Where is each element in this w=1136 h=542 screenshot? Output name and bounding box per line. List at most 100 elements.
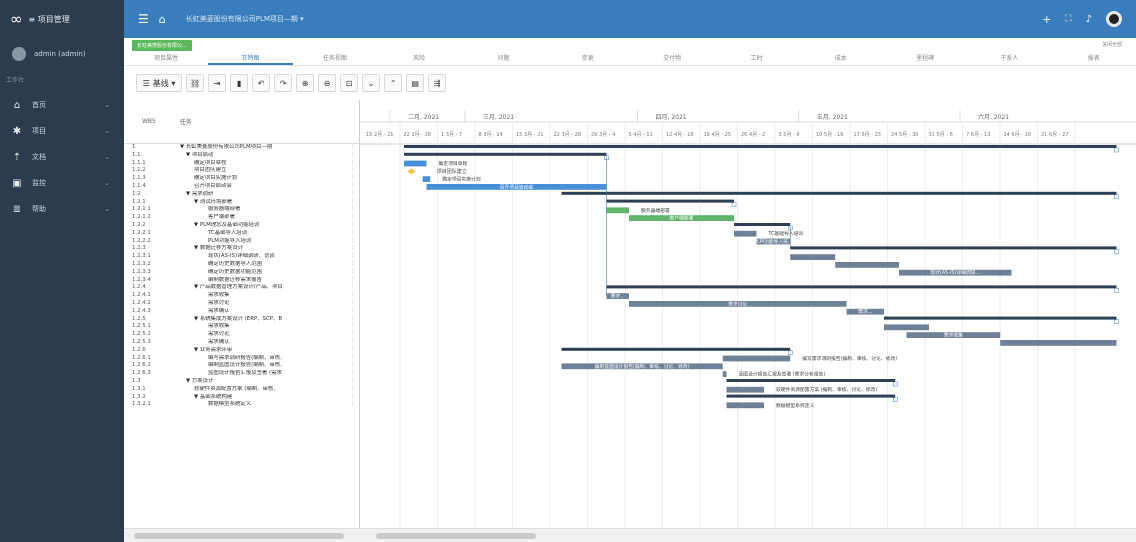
table-row[interactable]: 1.2.5 ▼ 系统集成方案设计 (ERP、SCP、B ⁝: [124, 316, 359, 324]
table-row[interactable]: 1.3 ▼ 方案设计 ⁝: [124, 378, 359, 386]
home-icon[interactable]: ⌂: [159, 13, 166, 26]
table-row[interactable]: 1.2.6.2 编制蓝图设计报告(编制、审核、 ⁝: [124, 362, 359, 370]
row-handle[interactable]: ⁝: [352, 253, 354, 261]
close-all-link[interactable]: 关闭全部: [1102, 41, 1122, 48]
row-handle[interactable]: ⁝: [352, 362, 354, 370]
table-row[interactable]: 1.2.3.3 确定历史数据功能范围 ⁝: [124, 269, 359, 277]
row-handle[interactable]: ⁝: [352, 331, 354, 339]
row-handle[interactable]: ⁝: [352, 214, 354, 222]
sidebar-item-home[interactable]: ⌂ 首页 ⌄: [0, 92, 124, 118]
table-row[interactable]: 1.2.4.3 需求确认 ⁝: [124, 308, 359, 316]
table-row[interactable]: 1.2.1.1 服务器端部署 ⁝: [124, 206, 359, 214]
expand-icon[interactable]: ⌃: [384, 74, 403, 92]
table-row[interactable]: 1.2.6.3 蓝图设计报告汇报及签署 (需求 ⁝: [124, 370, 359, 378]
row-handle[interactable]: ⁝: [352, 230, 354, 238]
row-handle[interactable]: ⁝: [352, 378, 354, 386]
table-row[interactable]: 1.2.3.1 现状(AS-IS)详细调研、访谈 ⁝: [124, 253, 359, 261]
undo-icon[interactable]: ↶: [252, 74, 271, 92]
row-handle[interactable]: ⁝: [352, 292, 354, 300]
subtab-0[interactable]: 项目属性: [124, 52, 208, 65]
row-handle[interactable]: ⁝: [352, 261, 354, 269]
table-row[interactable]: 1.2.4.2 需求讨论 ⁝: [124, 300, 359, 308]
table-row[interactable]: 1.1.1 确定项目章程 ⁝: [124, 160, 359, 168]
bell-icon[interactable]: ♪: [1086, 14, 1092, 25]
subtab-11[interactable]: 报表: [1052, 52, 1136, 65]
table-row[interactable]: 1.1.2 项目团队建立 ⁝: [124, 167, 359, 175]
table-row[interactable]: 1.2.2 ▼ PLM理念及基础功能培训 ⁝: [124, 222, 359, 230]
user-avatar[interactable]: [1106, 11, 1122, 27]
subtab-6[interactable]: 交付物: [630, 52, 714, 65]
table-row[interactable]: 1.2.4 ▼ 产品数据管理方案设计(产品、项目 ⁝: [124, 284, 359, 292]
row-handle[interactable]: ⁝: [352, 160, 354, 168]
zoom-in-icon[interactable]: ⊕: [296, 74, 315, 92]
subtab-8[interactable]: 成本: [799, 52, 883, 65]
subtab-10[interactable]: 干系人: [967, 52, 1051, 65]
row-handle[interactable]: ⁝: [352, 167, 354, 175]
table-row[interactable]: 1.2.1.2 客户端部署 ⁝: [124, 214, 359, 222]
row-handle[interactable]: ⁝: [352, 183, 354, 191]
row-handle[interactable]: ⁝: [352, 152, 354, 160]
table-row[interactable]: 1.3.1 软硬件资源配置方案 (编制、审核、 ⁝: [124, 386, 359, 394]
row-handle[interactable]: ⁝: [352, 245, 354, 253]
table-row[interactable]: 1.2.3.2 确定历史数据导入范围 ⁝: [124, 261, 359, 269]
bookmark-icon[interactable]: ▮: [230, 74, 249, 92]
row-handle[interactable]: ⁝: [352, 339, 354, 347]
page-tab[interactable]: 长虹美菱股份有限公...: [132, 39, 192, 51]
table-row[interactable]: 1.2.1 ▼ 测试环境部署 ⁝: [124, 199, 359, 207]
table-row[interactable]: 1.2.2.1 TC基础导入培训 ⁝: [124, 230, 359, 238]
grid-scroll-thumb[interactable]: [134, 533, 344, 539]
sidebar-item-help[interactable]: ≣ 帮助 ⌄: [0, 196, 124, 222]
table-row[interactable]: 1.2.6.1 编写需求调研报告(编制、审核、 ⁝: [124, 355, 359, 363]
table-row[interactable]: 1.2.6 ▼ 业务需求评审 ⁝: [124, 347, 359, 355]
row-handle[interactable]: ⁝: [352, 308, 354, 316]
table-row[interactable]: 1.2.4.1 需求收集 ⁝: [124, 292, 359, 300]
subtab-1[interactable]: 甘特图: [208, 52, 293, 65]
table-row[interactable]: 1.3.2 ▼ 基础系统构建 ⁝: [124, 394, 359, 402]
table-row[interactable]: 1.1 ▼ 项目启动 ⁝: [124, 152, 359, 160]
table-row[interactable]: 1.3.2.1 数据模型系统定义 ⁝: [124, 401, 359, 409]
row-handle[interactable]: ⁝: [352, 284, 354, 292]
row-handle[interactable]: ⁝: [352, 238, 354, 246]
app-logo[interactable]: ∞ ≡ 项目管理: [0, 0, 124, 38]
subtab-3[interactable]: 风险: [377, 52, 461, 65]
table-row[interactable]: 1 ▼ 长虹美菱股份有限公司PLM项目—期 ⁝: [124, 144, 359, 152]
subtab-7[interactable]: 工时: [714, 52, 798, 65]
col-wbs[interactable]: WBS: [142, 118, 156, 125]
table-row[interactable]: 1.2.5.2 需求讨论 ⁝: [124, 331, 359, 339]
hierarchy-icon[interactable]: ⛓: [186, 74, 205, 92]
table-row[interactable]: 1.2.3.4 编制数据迁移需求报告 ⁝: [124, 277, 359, 285]
sidebar-item-project[interactable]: ✱ 项目 ⌄: [0, 118, 124, 144]
chart-scroll-thumb[interactable]: [376, 533, 536, 539]
row-handle[interactable]: ⁝: [352, 277, 354, 285]
table-row[interactable]: 1.2.2.2 PLM功能导入培训 ⁝: [124, 238, 359, 246]
row-handle[interactable]: ⁝: [352, 316, 354, 324]
redo-icon[interactable]: ↷: [274, 74, 293, 92]
sidebar-item-docs[interactable]: ⇡ 文档 ⌄: [0, 144, 124, 170]
table-row[interactable]: 1.2.3 ▼ 数据迁移方案设计 ⁝: [124, 245, 359, 253]
menu-icon[interactable]: ☰: [138, 12, 149, 26]
col-task[interactable]: 任务: [180, 117, 192, 126]
row-handle[interactable]: ⁝: [352, 394, 354, 402]
sidebar-item-monitor[interactable]: ▣ 监控 ⌄: [0, 170, 124, 196]
horizontal-scrollbar[interactable]: [124, 528, 1136, 542]
skip-icon[interactable]: ⇥: [208, 74, 227, 92]
row-handle[interactable]: ⁝: [352, 222, 354, 230]
row-handle[interactable]: ⁝: [352, 144, 354, 152]
user-profile[interactable]: admin (admin): [0, 38, 124, 70]
save-icon[interactable]: ▤: [406, 74, 425, 92]
row-handle[interactable]: ⁝: [352, 206, 354, 214]
row-handle[interactable]: ⁝: [352, 300, 354, 308]
table-row[interactable]: 1.1.3 确定项目实施计划 ⁝: [124, 175, 359, 183]
row-handle[interactable]: ⁝: [352, 191, 354, 199]
collapse-icon[interactable]: ⌄: [362, 74, 381, 92]
subtab-9[interactable]: 里程碑: [883, 52, 967, 65]
fit-icon[interactable]: ⊡: [340, 74, 359, 92]
row-handle[interactable]: ⁝: [352, 401, 354, 409]
row-handle[interactable]: ⁝: [352, 370, 354, 378]
subtab-5[interactable]: 变更: [546, 52, 630, 65]
subtab-2[interactable]: 任务视图: [293, 52, 377, 65]
row-handle[interactable]: ⁝: [352, 175, 354, 183]
row-handle[interactable]: ⁝: [352, 323, 354, 331]
project-title-dropdown[interactable]: 长虹美菱股份有限公司PLM项目—期 ▾: [186, 14, 304, 24]
row-handle[interactable]: ⁝: [352, 269, 354, 277]
